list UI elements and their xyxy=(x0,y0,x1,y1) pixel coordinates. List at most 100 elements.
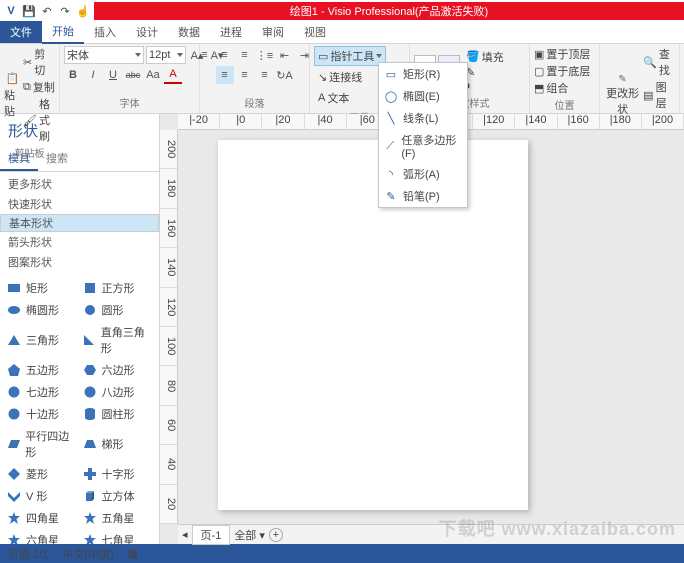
category-item[interactable]: 更多形状 xyxy=(0,174,159,194)
nav-prev-icon[interactable]: ◂ xyxy=(182,528,188,541)
font-name-select[interactable]: 宋体 xyxy=(64,46,144,64)
tab-review[interactable]: 审阅 xyxy=(252,21,294,43)
tab-design[interactable]: 设计 xyxy=(126,21,168,43)
bring-front-button[interactable]: ▣ 置于顶层 xyxy=(534,46,590,62)
shape-hex[interactable]: 六边形 xyxy=(82,360,154,380)
add-page-button[interactable]: + xyxy=(269,528,283,542)
bullets-icon[interactable]: ⋮≡ xyxy=(256,46,274,64)
text-tool-button[interactable]: A 文本 xyxy=(314,88,353,108)
shape-dec[interactable]: 十边形 xyxy=(6,404,78,424)
shape-cross[interactable]: 十字形 xyxy=(82,464,154,484)
italic-button[interactable]: I xyxy=(84,66,102,84)
layer-button[interactable]: ▤ 图层 xyxy=(643,79,675,111)
dropdown-item-rect[interactable]: ▭矩形(R) xyxy=(379,63,467,85)
category-item[interactable]: 快速形状 xyxy=(0,194,159,214)
font-color-button[interactable]: A xyxy=(164,66,182,84)
shape-rect[interactable]: 矩形 xyxy=(6,278,78,298)
shape-trap[interactable]: 梯形 xyxy=(82,426,154,462)
group-font: 宋体 12pt A▴ A▾ B I U abc Aa A 字体 xyxy=(60,44,200,113)
shape-tool-dropdown: ▭矩形(R)◯椭圆(E)╲线条(L)⟋任意多边形(F)◝弧形(A)✎铅笔(P) xyxy=(378,62,468,208)
find-button[interactable]: 🔍 查找 xyxy=(643,46,675,78)
case-button[interactable]: Aa xyxy=(144,66,162,84)
group-button[interactable]: ⬒ 组合 xyxy=(534,80,590,96)
indent-dec-icon[interactable]: ⇤ xyxy=(276,46,294,64)
category-item[interactable]: 基本形状 xyxy=(0,214,159,232)
shape-rtri[interactable]: 直角三角形 xyxy=(82,322,154,358)
dropdown-item-arc[interactable]: ◝弧形(A) xyxy=(379,163,467,185)
shape-star7[interactable]: 七角星 xyxy=(82,530,154,544)
undo-icon[interactable]: ↶ xyxy=(40,4,54,18)
language-status[interactable]: 中文(中国) xyxy=(62,546,113,562)
redo-icon[interactable]: ↷ xyxy=(58,4,72,18)
tab-file[interactable]: 文件 xyxy=(0,21,42,43)
touch-icon[interactable]: ☝ xyxy=(76,4,90,18)
shape-diam[interactable]: 菱形 xyxy=(6,464,78,484)
underline-button[interactable]: U xyxy=(104,66,122,84)
tab-data[interactable]: 数据 xyxy=(168,21,210,43)
dropdown-item-ellipse[interactable]: ◯椭圆(E) xyxy=(379,85,467,107)
paste-button[interactable]: 📋粘贴 xyxy=(4,72,21,118)
format-painter-button[interactable]: 🖌 格式刷 xyxy=(23,96,55,144)
category-item[interactable]: 箭头形状 xyxy=(0,232,159,252)
align-right-icon[interactable]: ≡ xyxy=(256,66,274,84)
tab-insert[interactable]: 插入 xyxy=(84,21,126,43)
cyl-icon xyxy=(82,406,98,422)
group-label: 字体 xyxy=(64,94,195,111)
shape-oct[interactable]: 八边形 xyxy=(82,382,154,402)
shape-square[interactable]: 正方形 xyxy=(82,278,154,298)
bold-button[interactable]: B xyxy=(64,66,82,84)
rtri-icon xyxy=(82,332,97,348)
ribbon: 📋粘贴 ✂ 剪切 ⧉ 复制 🖌 格式刷 剪贴板 宋体 12pt A▴ A▾ B … xyxy=(0,44,684,114)
shape-circle[interactable]: 圆形 xyxy=(82,300,154,320)
save-icon[interactable]: 💾 xyxy=(22,4,36,18)
dropdown-item-line[interactable]: ╲线条(L) xyxy=(379,107,467,129)
shape-ellipse[interactable]: 椭圆形 xyxy=(6,300,78,320)
dec-icon xyxy=(6,406,22,422)
align-bot-icon[interactable]: ≡ xyxy=(236,46,254,64)
tab-process[interactable]: 进程 xyxy=(210,21,252,43)
shape-v[interactable]: V 形 xyxy=(6,486,78,506)
group-edit: ✎更改形状 🔍 查找 ▤ 图层 ▭ 选择 编辑 xyxy=(600,44,680,113)
category-item[interactable]: 图案形状 xyxy=(0,252,159,272)
tab-home[interactable]: 开始 xyxy=(42,20,84,44)
square-icon xyxy=(82,280,98,296)
fill-button[interactable]: 🪣 填充 xyxy=(466,49,504,65)
drawing-page[interactable] xyxy=(218,140,528,510)
tab-view[interactable]: 视图 xyxy=(294,21,336,43)
effects-button[interactable]: ◐ xyxy=(466,80,504,92)
shape-pent[interactable]: 五边形 xyxy=(6,360,78,380)
send-back-button[interactable]: ▢ 置于底层 xyxy=(534,63,590,79)
page-count[interactable]: 页面 1/1 xyxy=(8,546,48,562)
shape-star5[interactable]: 五角星 xyxy=(82,508,154,528)
window-title: 绘图1 - Visio Professional(产品激活失败) xyxy=(94,2,684,20)
strike-button[interactable]: abc xyxy=(124,66,142,84)
shape-cube[interactable]: 立方体 xyxy=(82,486,154,506)
align-center-icon[interactable]: ≡ xyxy=(236,66,254,84)
group-label: 剪贴板 xyxy=(4,144,55,161)
dropdown-item-pencil[interactable]: ✎铅笔(P) xyxy=(379,185,467,207)
pointer-tool-button[interactable]: ▭ 指针工具 xyxy=(314,46,386,66)
change-shape-button[interactable]: ✎更改形状 xyxy=(604,74,641,117)
record-macro-icon[interactable]: ▦ xyxy=(128,547,138,560)
shape-para[interactable]: 平行四边形 xyxy=(6,426,78,462)
rect-icon xyxy=(6,280,22,296)
shape-tri[interactable]: 三角形 xyxy=(6,322,78,358)
rotate-text-icon[interactable]: ↻A xyxy=(276,66,294,84)
shape-cyl[interactable]: 圆柱形 xyxy=(82,404,154,424)
all-pages-button[interactable]: 全部 ▾ xyxy=(234,527,265,543)
shape-star6[interactable]: 六角星 xyxy=(6,530,78,544)
v-icon xyxy=(6,488,22,504)
cut-button[interactable]: ✂ 剪切 xyxy=(23,46,55,78)
shape-hept[interactable]: 七边形 xyxy=(6,382,78,402)
align-mid-icon[interactable]: ≡ xyxy=(216,46,234,64)
align-left-icon[interactable]: ≡ xyxy=(216,66,234,84)
shape-star4[interactable]: 四角星 xyxy=(6,508,78,528)
page-tab[interactable]: 页-1 xyxy=(192,525,231,545)
dropdown-item-poly[interactable]: ⟋任意多边形(F) xyxy=(379,129,467,163)
line-button[interactable]: ✎ xyxy=(466,66,504,79)
tri-icon xyxy=(6,332,22,348)
connector-tool-button[interactable]: ↘ 连接线 xyxy=(314,67,366,87)
align-top-icon[interactable]: ≡ xyxy=(196,46,214,64)
font-size-select[interactable]: 12pt xyxy=(146,46,186,64)
copy-button[interactable]: ⧉ 复制 xyxy=(23,79,55,95)
